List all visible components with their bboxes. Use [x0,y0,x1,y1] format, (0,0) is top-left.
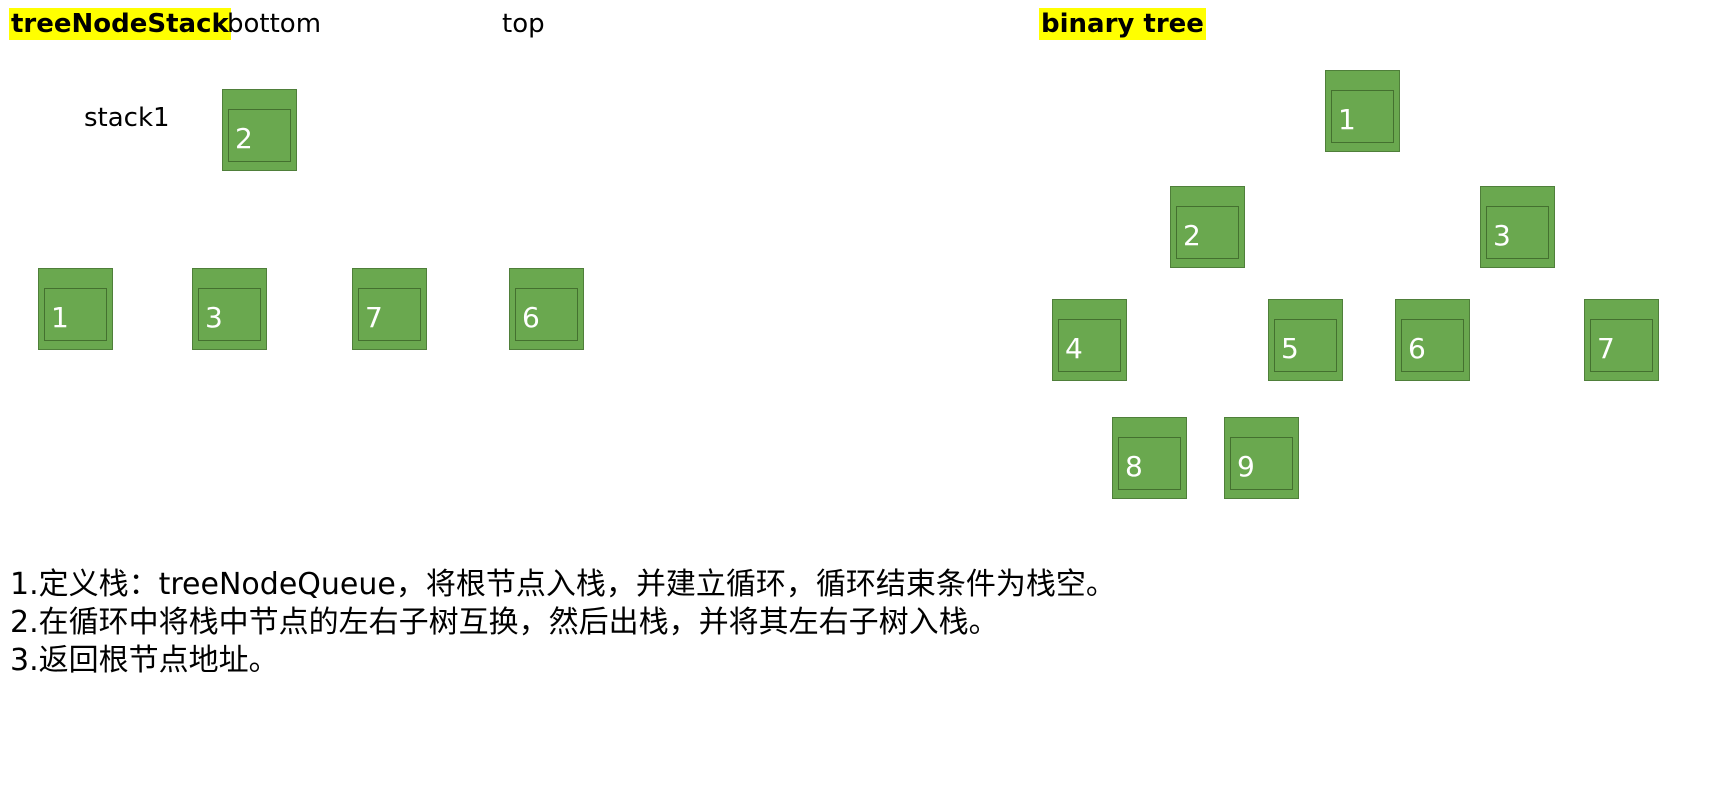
step-3: 3.返回根节点地址。 [10,643,279,678]
stack-node-7: 7 [352,268,427,350]
stack1-node-2: 2 [222,89,297,171]
stack1-label: stack1 [84,103,170,133]
node-value: 7 [1597,332,1615,365]
tree-title: binary tree [1039,8,1206,40]
tree-node-5: 5 [1268,299,1343,381]
tree-node-3: 3 [1480,186,1555,268]
node-value: 3 [1493,219,1511,252]
node-value: 6 [522,301,540,334]
node-value: 9 [1237,450,1255,483]
tree-node-6: 6 [1395,299,1470,381]
node-value: 2 [1183,219,1201,252]
node-value: 1 [51,301,69,334]
node-value: 6 [1408,332,1426,365]
node-value: 3 [205,301,223,334]
node-value: 8 [1125,450,1143,483]
node-value: 4 [1065,332,1083,365]
tree-node-4: 4 [1052,299,1127,381]
top-label: top [502,9,545,39]
node-value: 7 [365,301,383,334]
step-2: 2.在循环中将栈中节点的左右子树互换，然后出栈，并将其左右子树入栈。 [10,605,999,640]
node-value: 5 [1281,332,1299,365]
stack-title: treeNodeStack [9,8,231,40]
tree-node-7: 7 [1584,299,1659,381]
steps-text: 1.定义栈：treeNodeQueue，将根节点入栈，并建立循环，循环结束条件为… [10,566,1116,680]
tree-node-1: 1 [1325,70,1400,152]
stack-node-3: 3 [192,268,267,350]
bottom-label: bottom [227,9,322,39]
stack-node-6: 6 [509,268,584,350]
node-value: 1 [1338,103,1356,136]
step-1: 1.定义栈：treeNodeQueue，将根节点入栈，并建立循环，循环结束条件为… [10,567,1116,602]
tree-node-9: 9 [1224,417,1299,499]
tree-node-8: 8 [1112,417,1187,499]
node-value: 2 [235,122,253,155]
stack-node-1: 1 [38,268,113,350]
tree-node-2: 2 [1170,186,1245,268]
